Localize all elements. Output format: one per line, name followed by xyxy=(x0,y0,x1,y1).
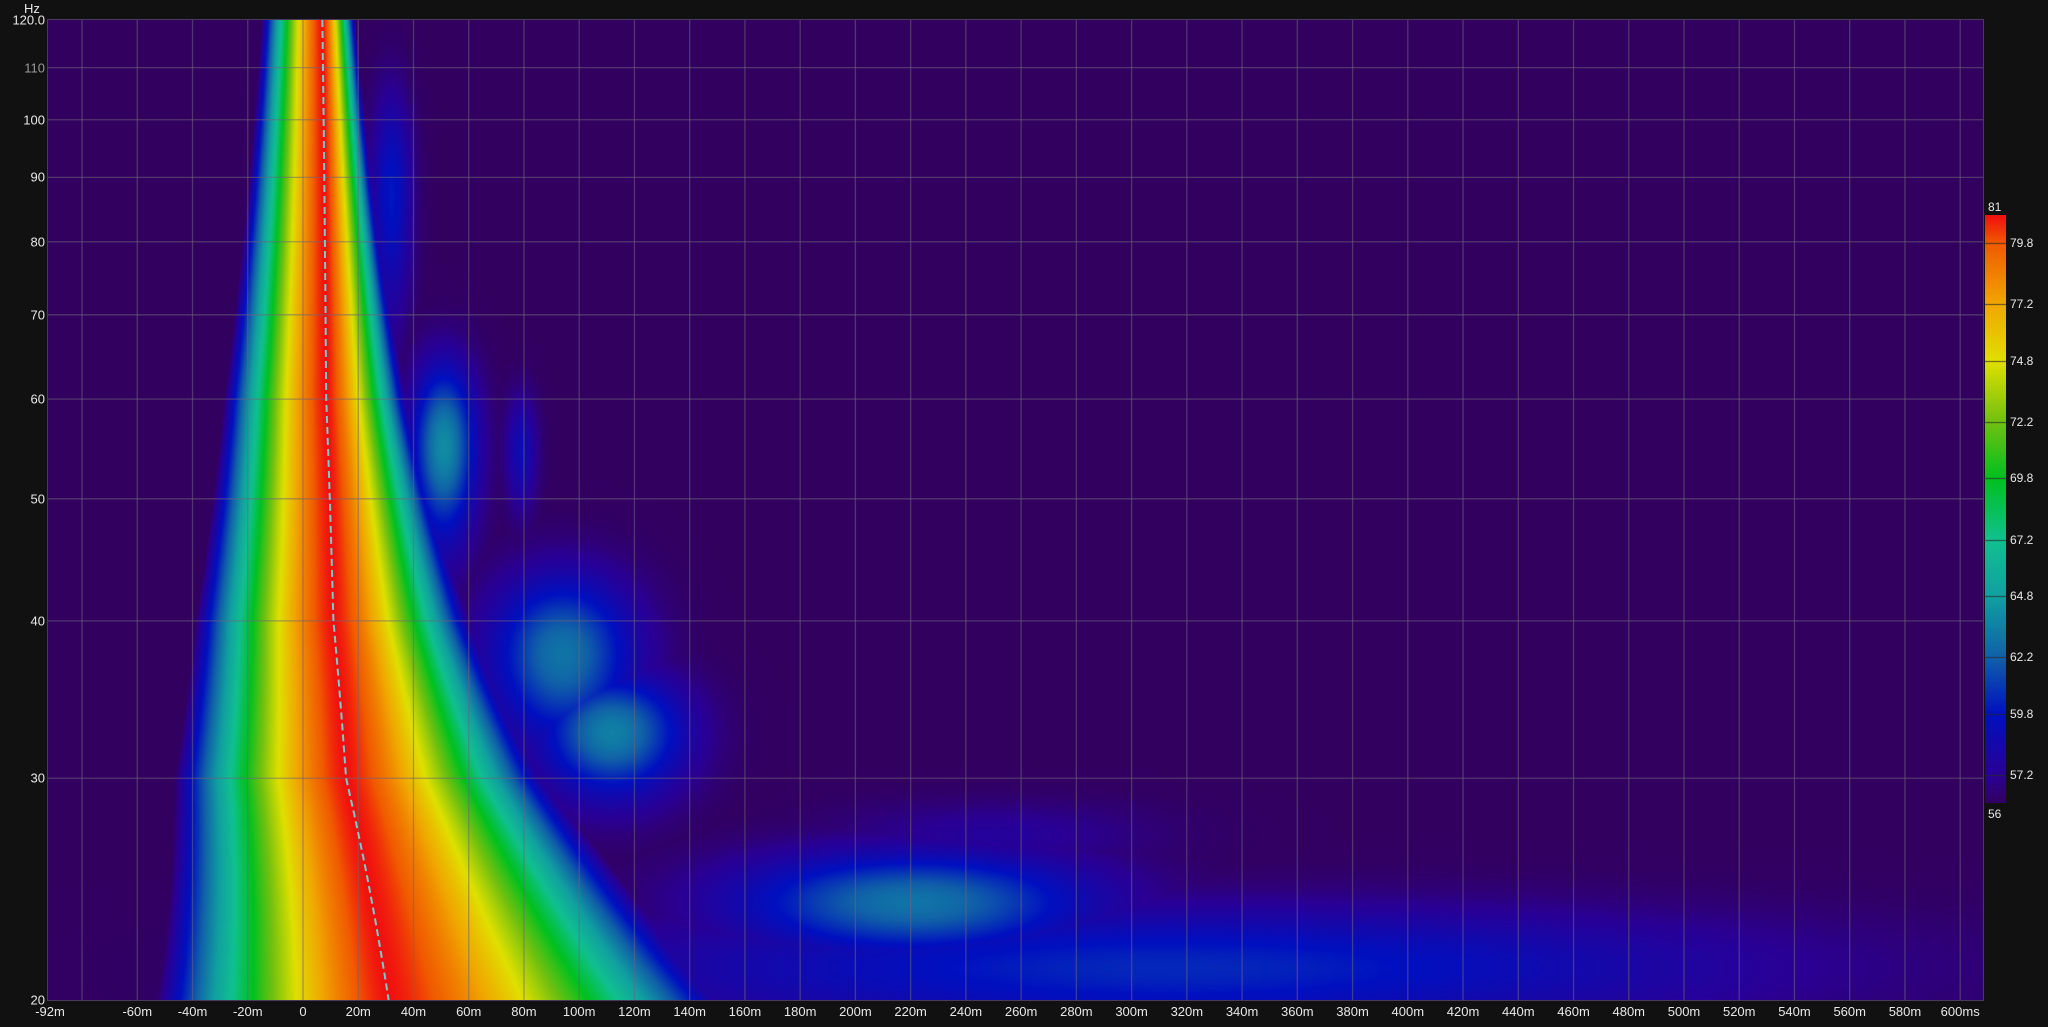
x-tick-label: 280m xyxy=(1060,1004,1093,1019)
x-tick-label: 240m xyxy=(949,1004,983,1019)
x-tick-label: 340m xyxy=(1225,1004,1259,1019)
colorbar-tick-label: 64.8 xyxy=(2010,589,2034,604)
peak-ridge-line xyxy=(321,20,390,1000)
x-tick-label: -92m xyxy=(35,1004,65,1019)
x-tick-label: 500m xyxy=(1667,1004,1701,1019)
colorbar-tick-label: 72.2 xyxy=(2010,414,2034,429)
y-tick-label: 40 xyxy=(30,613,45,629)
x-tick-label: 360m xyxy=(1281,1004,1314,1019)
x-tick-label: 460m xyxy=(1557,1004,1590,1019)
colorbar-tick-label: 59.8 xyxy=(2010,706,2034,721)
x-tick-label: -40m xyxy=(177,1004,208,1019)
x-tick-label: 600ms xyxy=(1940,1004,1980,1019)
colorbar-tick-label: 79.8 xyxy=(2010,236,2034,251)
x-tick-label: 260m xyxy=(1004,1004,1038,1019)
x-tick-label: 160m xyxy=(728,1004,762,1019)
x-tick-label: 560m xyxy=(1833,1004,1866,1019)
x-tick-label: 540m xyxy=(1778,1004,1811,1019)
colorbar-tick-label: 57.2 xyxy=(2010,767,2034,782)
colorbar-tick-label: 74.8 xyxy=(2010,353,2034,368)
colorbar-tick-label: 67.2 xyxy=(2010,532,2034,547)
x-tick-label: 380m xyxy=(1336,1004,1369,1019)
y-tick-label: 110 xyxy=(24,60,45,76)
x-tick-label: 20m xyxy=(345,1004,371,1019)
x-tick-label: 480m xyxy=(1612,1004,1646,1019)
x-tick-label: 400m xyxy=(1391,1004,1425,1019)
x-tick-label: 180m xyxy=(783,1004,817,1019)
colorbar-tick-label: 62.2 xyxy=(2010,650,2034,665)
x-tick-label: 520m xyxy=(1722,1004,1756,1019)
x-tick-label: 420m xyxy=(1446,1004,1480,1019)
y-tick-label: 30 xyxy=(30,770,45,786)
colorbar-tick-label: 81 xyxy=(1988,200,2002,214)
x-tick-label: -20m xyxy=(232,1004,263,1019)
y-tick-label: 90 xyxy=(30,169,45,185)
x-tick-label: 40m xyxy=(400,1004,427,1019)
x-tick-label: 120m xyxy=(618,1004,651,1019)
grid-and-ridge-overlay xyxy=(48,20,1983,1000)
x-tick-label: 100m xyxy=(562,1004,596,1019)
x-tick-label: -60m xyxy=(122,1004,153,1019)
y-tick-label: 80 xyxy=(30,234,45,250)
x-tick-label: 80m xyxy=(511,1004,537,1019)
colorbar-tick-label: 69.8 xyxy=(2010,471,2034,486)
x-tick-label: 440m xyxy=(1502,1004,1535,1019)
x-tick-label: 320m xyxy=(1170,1004,1204,1019)
y-tick-label: 120.0 xyxy=(12,12,45,28)
colorbar-tick-label: 56 xyxy=(1988,807,2002,821)
x-tick-label: 0 xyxy=(299,1004,307,1019)
x-tick-label: 300m xyxy=(1115,1004,1148,1019)
colorbar xyxy=(1985,215,2006,803)
x-tick-label: 140m xyxy=(673,1004,706,1019)
x-tick-label: 580m xyxy=(1888,1004,1922,1019)
spectrogram-plot-area[interactable] xyxy=(47,19,1984,1001)
x-tick-label: 200m xyxy=(839,1004,872,1019)
y-tick-label: 60 xyxy=(30,391,45,407)
y-tick-label: 100 xyxy=(23,112,45,128)
y-tick-label: 50 xyxy=(30,491,45,507)
y-tick-label: 70 xyxy=(30,307,45,323)
x-tick-label: 60m xyxy=(456,1004,482,1019)
colorbar-tick-label: 77.2 xyxy=(2010,297,2034,312)
x-tick-label: 220m xyxy=(894,1004,927,1019)
